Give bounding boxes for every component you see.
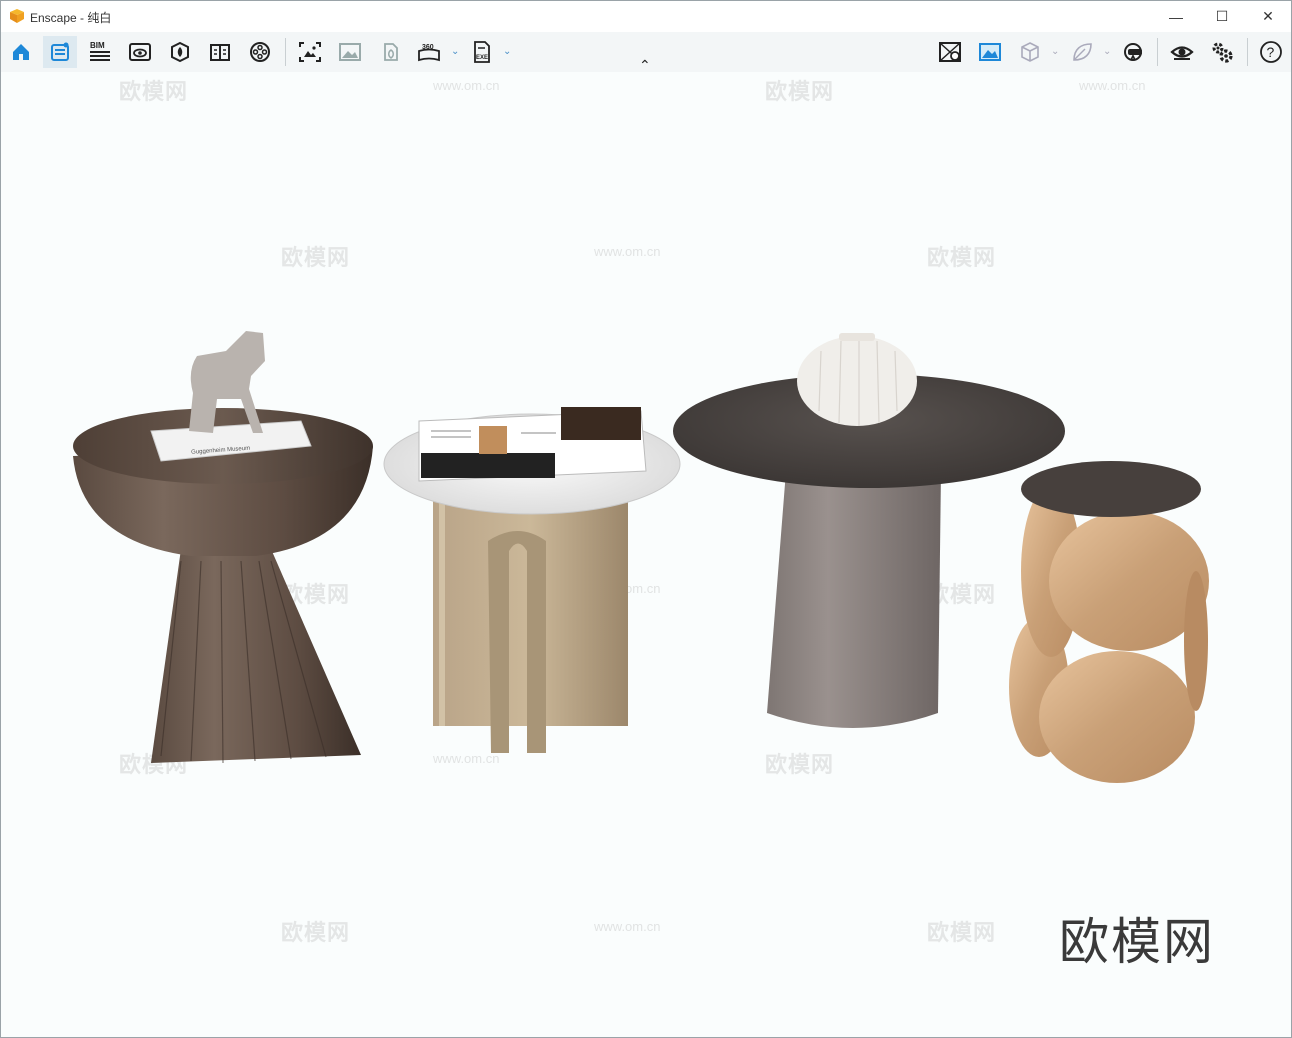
view-button[interactable] [123, 36, 157, 68]
visual-settings-icon [979, 43, 1001, 61]
enscape-logo-icon [10, 9, 24, 23]
furniture-render: Guggenheim Museum [73, 331, 1209, 783]
bim-button[interactable]: BIM [83, 36, 117, 68]
image-button[interactable] [333, 36, 367, 68]
vr-headset-icon [1124, 43, 1142, 61]
toolbar-separator [1247, 38, 1248, 66]
material-editor-button[interactable] [933, 36, 967, 68]
asset-library-button[interactable] [163, 36, 197, 68]
settings-icon [1212, 42, 1233, 63]
asset-library-icon [171, 41, 189, 63]
wooden-side-table: Guggenheim Museum [73, 331, 373, 764]
book-icon [210, 44, 230, 61]
marble-side-table [383, 407, 681, 753]
copper-circle-stool [1009, 461, 1209, 783]
360-button[interactable]: 360 [412, 36, 446, 68]
notes-icon [51, 42, 69, 61]
home-icon [13, 44, 29, 60]
leaf-button[interactable] [1065, 36, 1099, 68]
panorama-icon [384, 43, 398, 61]
close-button[interactable]: ✕ [1245, 1, 1291, 32]
exe-export-button[interactable]: EXE [465, 36, 499, 68]
bim-label: BIM [90, 41, 105, 50]
360-icon: 360 [418, 44, 440, 62]
dark-round-table [673, 333, 1065, 728]
visual-settings-button[interactable] [973, 36, 1007, 68]
screenshot-button[interactable] [293, 36, 327, 68]
eye-button[interactable] [1165, 36, 1199, 68]
video-icon [250, 42, 270, 62]
chevron-down-icon[interactable]: ⌄ [1103, 46, 1111, 57]
video-button[interactable] [243, 36, 277, 68]
leaf-icon [1073, 43, 1092, 61]
exe-label: EXE [476, 55, 488, 61]
window-title: Enscape - 纯白 [30, 11, 112, 25]
vase [839, 333, 875, 341]
screenshot-icon [299, 42, 321, 62]
settings-button[interactable] [1205, 36, 1239, 68]
view-icon [129, 43, 151, 61]
bim-icon: BIM [90, 41, 110, 61]
panorama-button[interactable] [373, 36, 407, 68]
chevron-down-icon[interactable]: ⌄ [1051, 46, 1059, 57]
vr-headset-button[interactable] [1117, 36, 1151, 68]
book-button[interactable] [203, 36, 237, 68]
minimize-button[interactable]: — [1153, 1, 1199, 32]
brand-watermark-logo: 欧模网 [1059, 914, 1215, 970]
title-bar: Enscape - 纯白 — ☐ ✕ [1, 1, 1291, 32]
exe-export-icon: EXE [474, 41, 490, 63]
toolbar-separator [285, 38, 286, 66]
chevron-down-icon[interactable]: ⌄ [451, 46, 459, 57]
home-button[interactable] [4, 36, 38, 68]
svg-text:?: ? [1267, 44, 1275, 60]
cube-button[interactable] [1013, 36, 1047, 68]
help-button[interactable]: ? [1254, 36, 1288, 68]
help-icon: ? [1260, 41, 1282, 63]
maximize-button[interactable]: ☐ [1199, 1, 1245, 32]
cube-icon [1021, 42, 1039, 62]
image-icon [339, 43, 361, 61]
enscape-window: Enscape - 纯白 — ☐ ✕ BIM 360 ⌄ EXE ⌄ ⌄ ⌄ ?… [0, 0, 1292, 1038]
material-editor-icon [939, 42, 961, 62]
render-viewport[interactable]: 欧模网 www.om.cn 欧模网 www.om.cn 欧模网 www.om.c… [1, 72, 1291, 1037]
notes-button[interactable] [43, 36, 77, 68]
eye-icon [1170, 46, 1194, 60]
toolbar-separator [1157, 38, 1158, 66]
chevron-down-icon[interactable]: ⌄ [503, 46, 511, 57]
